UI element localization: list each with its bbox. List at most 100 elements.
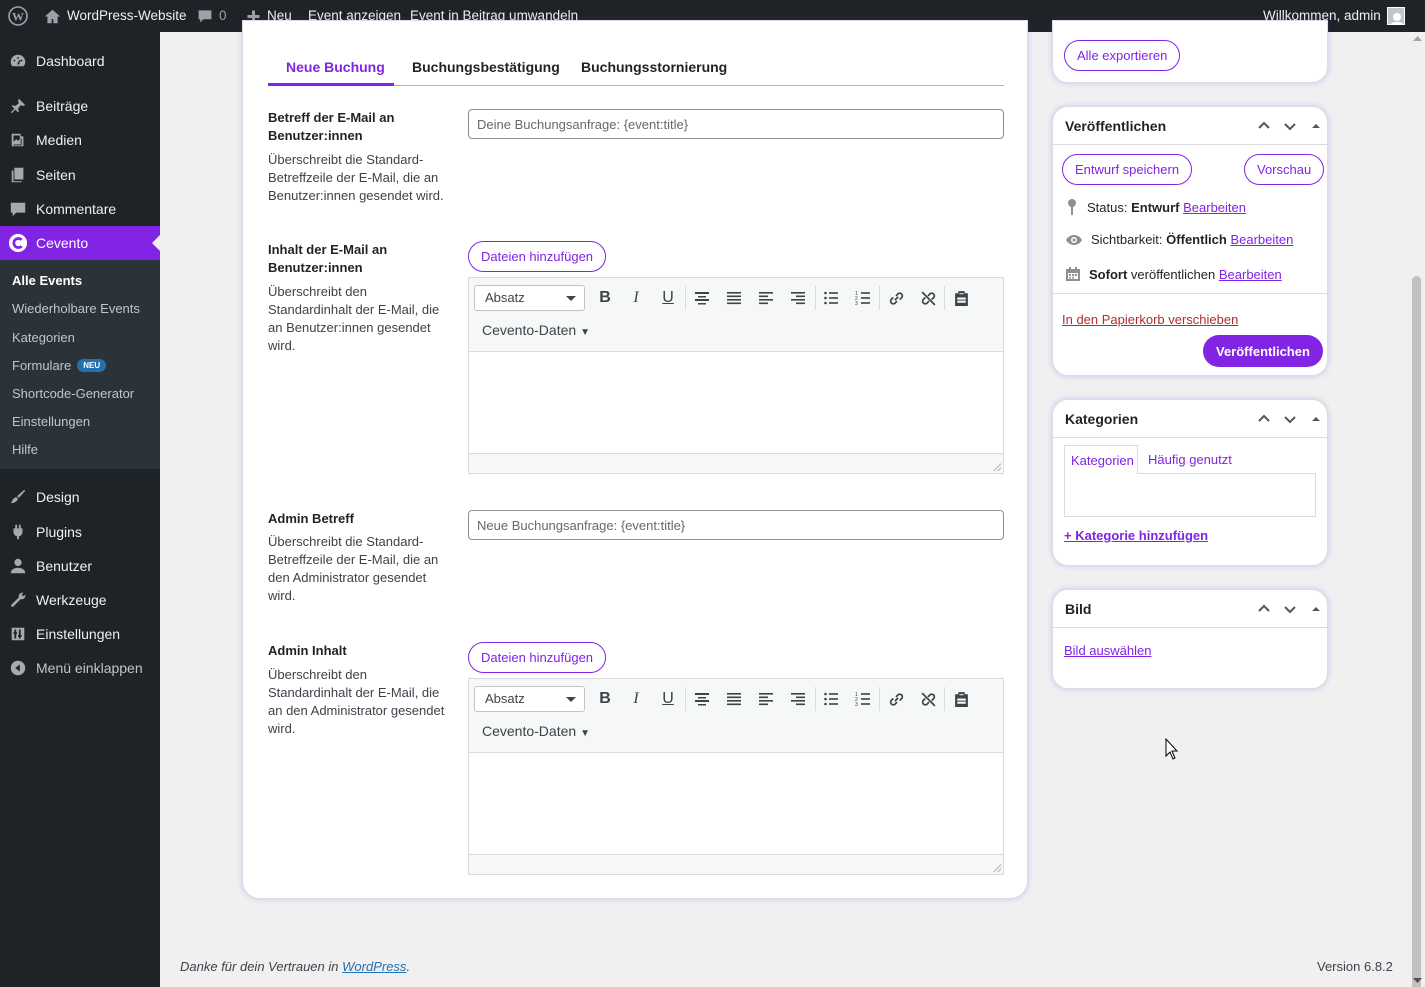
collapse-toggle-icon[interactable] xyxy=(1306,116,1326,136)
submenu-item-shortcode-generator[interactable]: Shortcode-Generator xyxy=(12,386,134,401)
move-up-icon[interactable] xyxy=(1254,116,1274,136)
wordpress-logo-icon[interactable]: W xyxy=(8,0,28,32)
admin-subject-input[interactable] xyxy=(468,510,1004,540)
sidebar-item-design[interactable]: Design xyxy=(0,480,160,514)
align-center-icon[interactable] xyxy=(688,284,716,312)
add-files-button[interactable]: Dateien hinzufügen xyxy=(468,241,607,272)
underline-icon[interactable]: U xyxy=(654,284,682,312)
edit-schedule-link[interactable]: Bearbeiten xyxy=(1219,267,1282,282)
add-category-link[interactable]: + Kategorie hinzufügen xyxy=(1064,528,1208,543)
sidebar-item-tools[interactable]: Werkzeuge xyxy=(0,583,160,617)
cevento-data-dropdown[interactable]: Cevento-Daten ▼ xyxy=(482,322,590,338)
move-up-icon[interactable] xyxy=(1254,409,1274,429)
numbered-list-icon[interactable]: 123 xyxy=(849,685,877,713)
footer-thanks: Danke für dein Vertrauen in WordPress. xyxy=(180,959,410,974)
move-down-icon[interactable] xyxy=(1280,599,1300,619)
comment-icon xyxy=(198,10,212,23)
scroll-up-icon[interactable] xyxy=(1413,35,1422,41)
trash-link[interactable]: In den Papierkorb verschieben xyxy=(1062,312,1238,327)
sidebar-item-users[interactable]: Benutzer xyxy=(0,549,160,583)
eye-icon xyxy=(1066,234,1082,245)
editor-toolbar: Absatz B I U 123 Cevento-Daten ▼ xyxy=(469,278,1003,352)
bullet-list-icon[interactable] xyxy=(817,685,845,713)
comments-link[interactable]: 0 xyxy=(197,0,227,32)
bold-icon[interactable]: B xyxy=(591,284,619,312)
sidebar-item-settings[interactable]: Einstellungen xyxy=(0,617,160,651)
tab-new-booking[interactable]: Neue Buchung xyxy=(286,59,385,75)
categories-list[interactable] xyxy=(1064,473,1316,517)
toolbar-separator xyxy=(879,286,880,310)
save-draft-button[interactable]: Entwurf speichern xyxy=(1062,154,1193,185)
submenu-item-all-events[interactable]: Alle Events xyxy=(12,273,82,288)
sidebar-item-comments[interactable]: Kommentare xyxy=(0,192,160,226)
edit-visibility-link[interactable]: Bearbeiten xyxy=(1230,232,1293,247)
collapse-toggle-icon[interactable] xyxy=(1306,599,1326,619)
unlink-icon[interactable] xyxy=(914,284,942,312)
publish-button[interactable]: Veröffentlichen xyxy=(1203,335,1323,367)
user-content-label: Inhalt der E-Mail an Benutzer:innen xyxy=(268,242,388,275)
select-image-link[interactable]: Bild auswählen xyxy=(1064,643,1151,658)
preview-button[interactable]: Vorschau xyxy=(1244,154,1325,185)
align-center-icon[interactable] xyxy=(688,685,716,713)
status-label: Status: xyxy=(1087,199,1128,215)
unlink-icon[interactable] xyxy=(914,685,942,713)
align-left-icon[interactable] xyxy=(752,284,780,312)
cevento-submenu: Alle Events Wiederholbare Events Kategor… xyxy=(0,260,160,469)
add-files-button[interactable]: Dateien hinzufügen xyxy=(468,642,607,673)
scroll-down-icon[interactable] xyxy=(1413,978,1422,984)
sidebar-item-plugins[interactable]: Plugins xyxy=(0,515,160,549)
submenu-item-recurring-events[interactable]: Wiederholbare Events xyxy=(12,301,140,316)
tab-categories-all[interactable]: Kategorien xyxy=(1064,445,1138,474)
scrollbar-thumb[interactable] xyxy=(1412,276,1421,987)
admin-content-description: Überschreibt den Standardinhalt der E-Ma… xyxy=(268,667,445,736)
tab-booking-confirmation[interactable]: Buchungsbestätigung xyxy=(412,59,560,75)
editor-resize-handle[interactable] xyxy=(469,854,1003,874)
align-right-icon[interactable] xyxy=(784,685,812,713)
justify-icon[interactable] xyxy=(720,685,748,713)
sidebar-collapse-menu[interactable]: Menü einklappen xyxy=(0,651,160,685)
bullet-list-icon[interactable] xyxy=(817,284,845,312)
format-select[interactable]: Absatz xyxy=(474,686,585,712)
submenu-item-forms[interactable]: Formulare NEU xyxy=(12,358,107,373)
link-icon[interactable] xyxy=(882,284,910,312)
plugin-icon xyxy=(8,522,28,542)
sidebar-item-dashboard[interactable]: Dashboard xyxy=(0,44,160,78)
sidebar-item-pages[interactable]: Seiten xyxy=(0,158,160,192)
bold-icon[interactable]: B xyxy=(591,685,619,713)
align-right-icon[interactable] xyxy=(784,284,812,312)
move-down-icon[interactable] xyxy=(1280,116,1300,136)
admin-subject-label: Admin Betreff xyxy=(268,511,354,526)
move-down-icon[interactable] xyxy=(1280,409,1300,429)
format-select[interactable]: Absatz xyxy=(474,285,585,311)
sidebar-item-cevento[interactable]: Cevento xyxy=(0,226,160,260)
numbered-list-icon[interactable]: 123 xyxy=(849,284,877,312)
user-subject-input[interactable] xyxy=(468,109,1004,139)
justify-icon[interactable] xyxy=(720,284,748,312)
underline-icon[interactable]: U xyxy=(654,685,682,713)
paste-icon[interactable] xyxy=(947,284,975,312)
sidebar-item-media[interactable]: Medien xyxy=(0,123,160,157)
submenu-item-settings[interactable]: Einstellungen xyxy=(12,414,90,429)
editor-resize-handle[interactable] xyxy=(469,453,1003,473)
tab-booking-cancellation[interactable]: Buchungsstornierung xyxy=(581,59,727,75)
admin-content-textarea[interactable] xyxy=(469,753,1003,854)
move-up-icon[interactable] xyxy=(1254,599,1274,619)
italic-icon[interactable]: I xyxy=(622,284,650,312)
edit-status-link[interactable]: Bearbeiten xyxy=(1183,200,1246,215)
user-content-textarea[interactable] xyxy=(469,352,1003,453)
page-scrollbar[interactable] xyxy=(1410,32,1425,987)
submenu-item-categories[interactable]: Kategorien xyxy=(12,330,75,345)
submenu-item-help[interactable]: Hilfe xyxy=(12,442,38,457)
wordpress-link[interactable]: WordPress xyxy=(342,959,406,974)
collapse-toggle-icon[interactable] xyxy=(1306,409,1326,429)
paste-icon[interactable] xyxy=(947,685,975,713)
tab-categories-popular[interactable]: Häufig genutzt xyxy=(1148,452,1232,467)
sidebar-item-posts[interactable]: Beiträge xyxy=(0,89,160,123)
site-name-link[interactable]: WordPress-Website xyxy=(44,0,187,32)
link-icon[interactable] xyxy=(882,685,910,713)
cevento-data-dropdown[interactable]: Cevento-Daten ▼ xyxy=(482,723,590,739)
align-left-icon[interactable] xyxy=(752,685,780,713)
export-all-button[interactable]: Alle exportieren xyxy=(1064,40,1181,71)
toolbar-separator xyxy=(944,286,945,310)
italic-icon[interactable]: I xyxy=(622,685,650,713)
